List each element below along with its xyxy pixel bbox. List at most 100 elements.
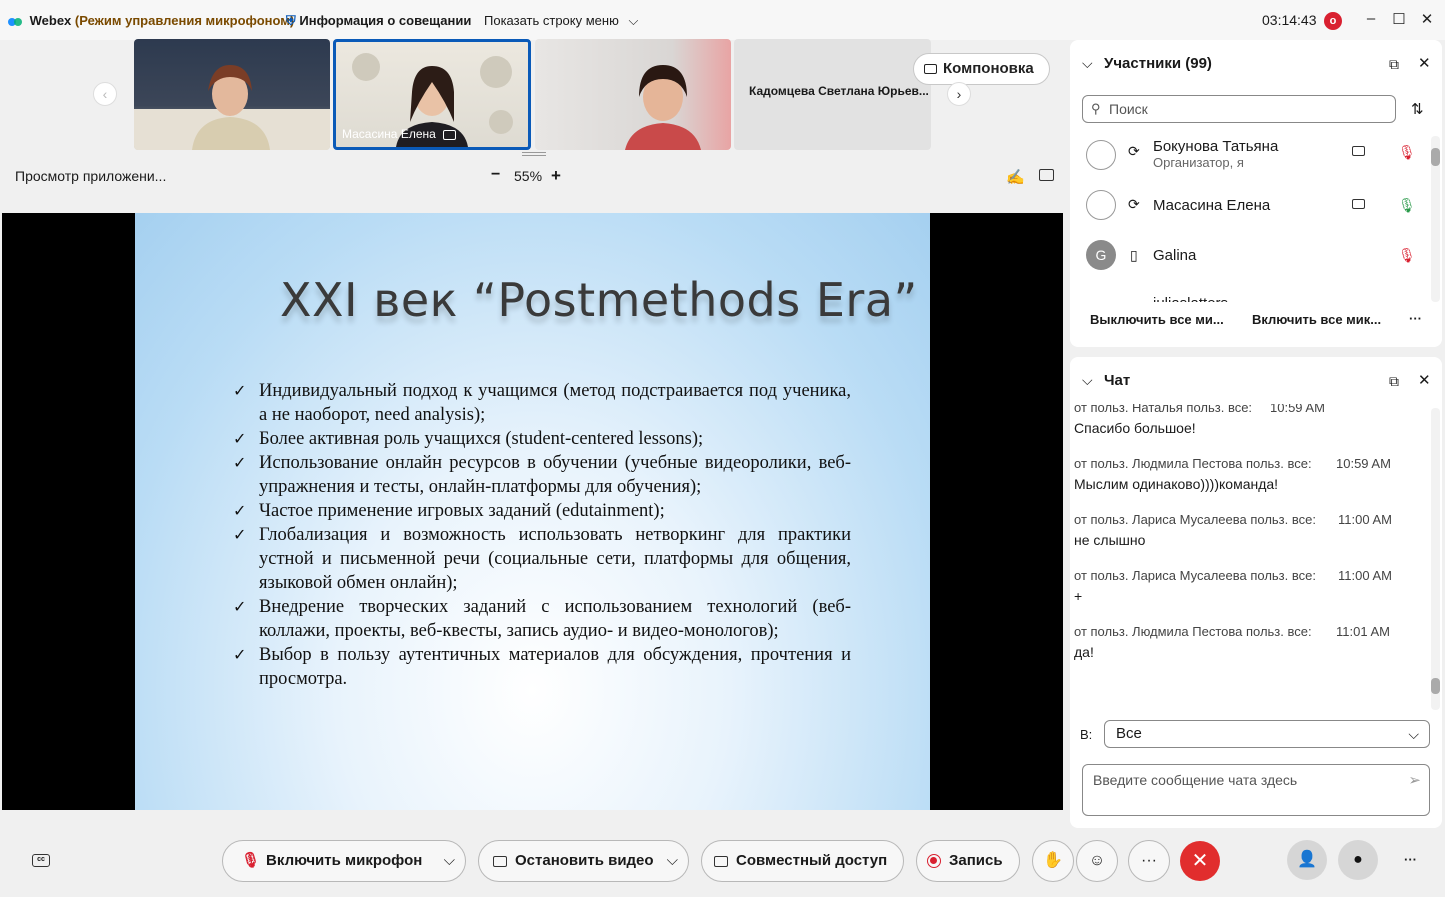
chat-toggle-button[interactable]: ● xyxy=(1338,840,1378,880)
mic-mode-label: (Режим управления микрофоном) xyxy=(74,13,295,28)
video-camera-icon xyxy=(1352,199,1365,209)
share-button[interactable]: Совместный доступ xyxy=(701,840,904,882)
raise-hand-button[interactable]: ✋ xyxy=(1032,840,1074,882)
mic-active-icon[interactable]: 🎙 xyxy=(1398,197,1416,214)
participant-name: juliaslatters xyxy=(1153,295,1228,302)
slide-bullet: Частое применение игровых заданий (eduta… xyxy=(233,499,851,523)
video-camera-icon xyxy=(493,855,507,867)
annotate-icon[interactable]: ✍ xyxy=(1006,168,1025,186)
mic-muted-icon[interactable]: 🎙 xyxy=(1398,144,1416,161)
collapse-chevron-icon[interactable]: ⌵ xyxy=(1082,55,1093,72)
video-tile-name: Кадомцева Светлана Юрьев... xyxy=(749,84,929,98)
raise-hand-icon: ✋ xyxy=(1043,852,1063,869)
strip-resize-handle[interactable] xyxy=(522,152,546,156)
app-title: Webex (Режим управления микрофоном) xyxy=(8,13,294,28)
record-button[interactable]: Запись xyxy=(916,840,1020,882)
chat-time: 11:01 AM xyxy=(1336,624,1390,639)
chevron-down-icon[interactable]: ⌵ xyxy=(667,841,678,881)
mic-muted-icon[interactable]: 🎙 xyxy=(1398,247,1416,264)
pop-out-icon[interactable]: ⧉ xyxy=(1389,56,1399,73)
zoom-out-button[interactable]: − xyxy=(491,166,500,184)
sort-icon[interactable]: ⇅ xyxy=(1411,100,1424,118)
slide-bullet: Внедрение творческих заданий с использов… xyxy=(233,595,851,643)
chat-sender: от польз. Людмила Пестова польз. все: xyxy=(1074,624,1312,639)
participants-toggle-button[interactable]: 👤 xyxy=(1287,840,1327,880)
chat-recipient-label: В: xyxy=(1080,727,1093,742)
panel-overflow-button[interactable]: ··· xyxy=(1404,852,1417,867)
stop-video-label: Остановить видео xyxy=(515,852,654,869)
unmute-button[interactable]: 🎙 Включить микрофон ⌵ xyxy=(222,840,466,882)
chevron-down-icon[interactable]: ⌵ xyxy=(444,841,455,881)
strip-next-button[interactable]: › xyxy=(947,82,971,106)
more-options-button[interactable]: ··· xyxy=(1409,311,1422,326)
scrollbar-thumb[interactable] xyxy=(1431,678,1440,694)
chevron-down-icon: ⌵ xyxy=(628,13,639,28)
show-menu-button[interactable]: Показать строку меню ⌵ xyxy=(484,13,638,29)
chat-sender: от польз. Наталья польз. все: xyxy=(1074,404,1253,415)
slide-bullet: Глобализация и возможность использовать … xyxy=(233,523,851,595)
chat-time: 10:59 AM xyxy=(1270,404,1325,415)
zoom-level: 55% xyxy=(514,168,543,184)
chat-text: да! xyxy=(1074,644,1094,660)
chat-input-placeholder: Введите сообщение чата здесь xyxy=(1093,772,1298,788)
chat-sender: от польз. Людмила Пестова польз. все: xyxy=(1074,456,1312,471)
close-window-button[interactable]: ✕ xyxy=(1416,10,1438,30)
mute-all-button[interactable]: Выключить все ми... xyxy=(1090,312,1224,327)
slide-bullet: Выбор в пользу аутентичных материалов дл… xyxy=(233,643,851,691)
minimize-button[interactable]: – xyxy=(1360,10,1382,30)
chat-scrollbar[interactable] xyxy=(1431,408,1440,710)
pop-out-view-icon[interactable] xyxy=(1039,169,1054,181)
participant-row[interactable]: ⟳ Масасина Елена 🎙 xyxy=(1086,186,1416,226)
participant-name: Бокунова Татьяна xyxy=(1153,138,1279,155)
chat-sender: от польз. Лариса Мусалеева польз. все: xyxy=(1074,512,1316,527)
participant-row[interactable]: ⟳ Бокунова Татьяна Организатор, я 🎙 xyxy=(1086,136,1416,176)
share-screen-icon xyxy=(714,855,728,867)
video-tile-2[interactable]: Масасина Елена xyxy=(333,39,531,150)
record-label: Запись xyxy=(949,852,1003,869)
close-icon[interactable]: ✕ xyxy=(1418,54,1431,72)
slide-bullet: Индивидуальный подход к учащимся (метод … xyxy=(233,379,851,427)
video-tile-1[interactable] xyxy=(134,39,330,150)
more-button[interactable]: ··· xyxy=(1128,840,1170,882)
send-icon[interactable]: ➢ xyxy=(1408,771,1421,789)
chat-recipient-select[interactable]: Все ⌵ xyxy=(1104,720,1430,748)
closed-captions-icon[interactable]: cc xyxy=(32,854,50,867)
zoom-in-button[interactable]: + xyxy=(551,166,561,186)
slide-bullet: Более активная роль учащихся (student-ce… xyxy=(233,427,851,451)
pop-out-icon[interactable]: ⧉ xyxy=(1389,373,1399,390)
participants-icon: 👤 xyxy=(1297,851,1317,868)
collapse-chevron-icon[interactable]: ⌵ xyxy=(1082,372,1093,389)
chat-sender: от польз. Лариса Мусалеева польз. все: xyxy=(1074,568,1316,583)
headset-icon: ⟳ xyxy=(1128,143,1140,159)
chat-message-input[interactable]: Введите сообщение чата здесь ➢ xyxy=(1082,764,1430,816)
sharing-icon xyxy=(443,129,457,140)
video-tile-3[interactable] xyxy=(535,39,731,150)
participants-scrollbar[interactable] xyxy=(1431,136,1440,302)
unmute-label: Включить микрофон xyxy=(266,852,423,869)
layout-button[interactable]: Компоновка xyxy=(913,53,1050,85)
participant-search-input[interactable]: ⚲ Поиск xyxy=(1082,95,1396,123)
participants-title: Участники (99) xyxy=(1104,55,1212,72)
participant-name: Galina xyxy=(1153,247,1197,264)
unmute-all-button[interactable]: Включить все мик... xyxy=(1252,312,1381,327)
close-icon[interactable]: ✕ xyxy=(1418,371,1431,389)
chat-recipient-value: Все xyxy=(1116,725,1142,742)
avatar xyxy=(1086,140,1116,170)
reactions-button[interactable]: ☺ xyxy=(1076,840,1118,882)
video-tile-4[interactable]: Кадомцева Светлана Юрьев... xyxy=(734,39,931,150)
background-window-fragment xyxy=(0,0,1445,4)
chevron-down-icon: ⌵ xyxy=(1408,726,1419,742)
leave-meeting-button[interactable]: ✕ xyxy=(1180,841,1220,881)
chat-text: Спасибо большое! xyxy=(1074,420,1196,436)
participant-row[interactable]: G ▯ Galina 🎙 xyxy=(1086,236,1416,276)
maximize-button[interactable]: ☐ xyxy=(1388,10,1410,30)
share-label: Совместный доступ xyxy=(736,852,888,869)
strip-prev-button[interactable]: ‹ xyxy=(93,82,117,106)
stop-video-button[interactable]: Остановить видео ⌵ xyxy=(478,840,689,882)
layout-label: Компоновка xyxy=(943,60,1034,77)
participant-row-partial[interactable]: juliaslatters xyxy=(1086,284,1416,302)
meeting-info-button[interactable]: ⛨ Информация о совещании xyxy=(286,13,471,29)
chat-text: Мыслим одинаково))))команда! xyxy=(1074,476,1279,492)
scrollbar-thumb[interactable] xyxy=(1431,148,1440,166)
search-icon: ⚲ xyxy=(1091,101,1101,116)
